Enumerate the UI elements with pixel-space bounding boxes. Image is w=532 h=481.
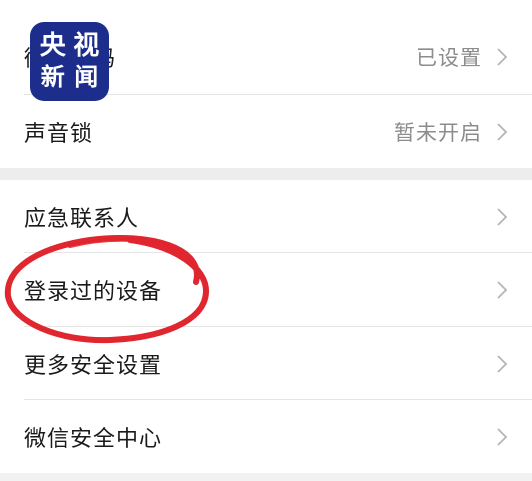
row-label: 声音锁 bbox=[24, 122, 94, 147]
row-label: 微信安全中心 bbox=[24, 427, 163, 452]
cctv-news-logo: 央 视 新 闻 bbox=[30, 22, 109, 101]
chevron-right-icon bbox=[494, 279, 510, 301]
chevron-right-icon bbox=[494, 426, 510, 448]
row-label: 更多安全设置 bbox=[24, 354, 163, 379]
logo-char: 新 bbox=[40, 63, 65, 92]
section-separator bbox=[0, 168, 532, 180]
logo-char: 视 bbox=[73, 30, 100, 61]
row-label: 应急联系人 bbox=[24, 207, 140, 232]
settings-row-security-center[interactable]: 微信安全中心 bbox=[0, 400, 532, 474]
chevron-right-icon bbox=[494, 121, 510, 143]
chevron-right-icon bbox=[494, 353, 510, 375]
settings-row-logged-in-devices[interactable]: 登录过的设备 bbox=[0, 253, 532, 327]
logo-char: 闻 bbox=[74, 63, 99, 92]
settings-row-voice-lock[interactable]: 声音锁 暂未开启 bbox=[0, 95, 532, 169]
security-settings-page: 微信密码 已设置 声音锁 暂未开启 应急联系人 登录过的设备 更多安全设置 bbox=[0, 0, 532, 481]
row-label: 登录过的设备 bbox=[24, 280, 163, 305]
chevron-right-icon bbox=[494, 46, 510, 68]
chevron-right-icon bbox=[494, 206, 510, 228]
row-value: 已设置 bbox=[416, 46, 482, 70]
settings-row-more-security[interactable]: 更多安全设置 bbox=[0, 327, 532, 401]
settings-row-emergency-contacts[interactable]: 应急联系人 bbox=[0, 180, 532, 254]
logo-char: 央 bbox=[39, 30, 66, 61]
row-value: 暂未开启 bbox=[394, 121, 482, 145]
bottom-separator bbox=[0, 473, 532, 481]
